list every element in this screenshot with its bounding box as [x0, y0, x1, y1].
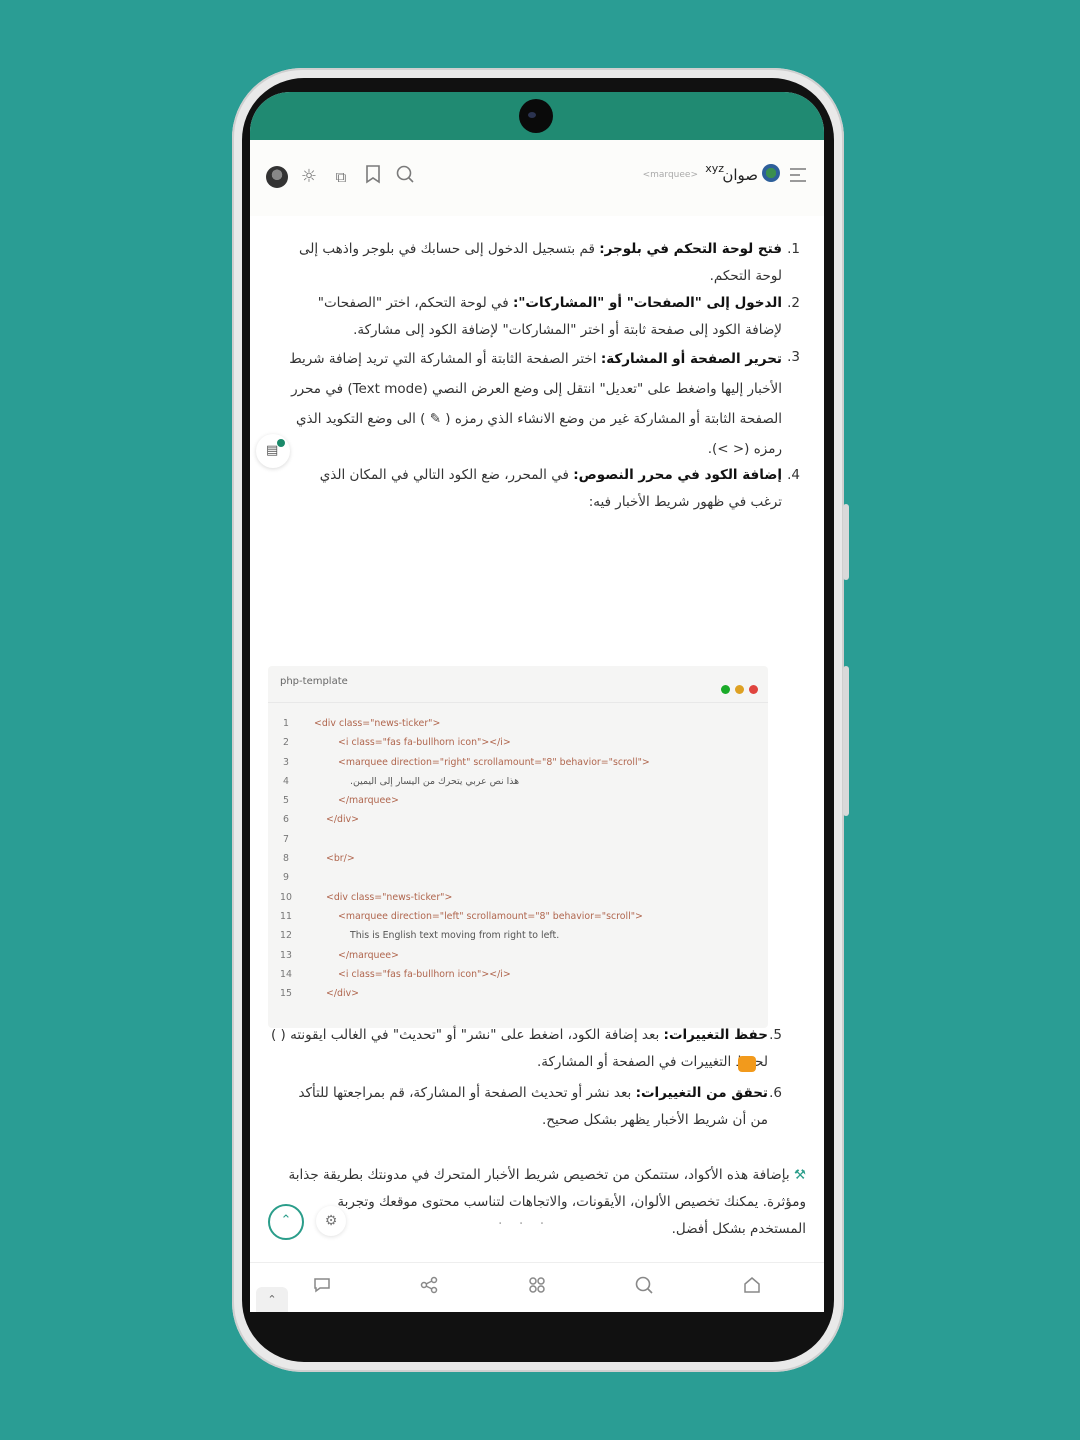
line-number: 1 [283, 718, 289, 729]
apps-icon[interactable] [523, 1275, 551, 1303]
line-number: 13 [280, 949, 292, 961]
code-text: <marquee direction="left" scrollamount="… [338, 910, 643, 922]
code-line: 11 <marquee direction="left" scrollamount… [268, 911, 768, 930]
line-number: 4 [283, 775, 289, 787]
code-text: <br/> [326, 853, 355, 865]
step-title: إضافة الكود في محرر النصوص: [573, 467, 782, 483]
step-4: إضافة الكود في محرر النصوص: في المحرر، ض… [302, 462, 782, 516]
share-icon[interactable] [415, 1275, 443, 1303]
logo-suffix: xyz [705, 162, 724, 175]
code-line: 5 </marquee> [268, 795, 768, 814]
brightness-icon[interactable]: ☼ [296, 164, 322, 190]
code-text: </div> [326, 814, 359, 826]
step-title: الدخول إلى "الصفحات" أو "المشاركات": [513, 295, 782, 311]
step-title: فتح لوحة التحكم في بلوجر: [599, 241, 782, 257]
translate-icon[interactable]: ⧉ [328, 164, 354, 190]
step-number: 5. [769, 1027, 782, 1043]
code-line: 7 [268, 834, 768, 853]
step-number: 4. [787, 467, 800, 483]
code-line: 4 هذا نص عربي يتحرك من اليسار إلى اليمين. [268, 776, 768, 795]
dot-red [749, 685, 758, 694]
line-number: 7 [283, 833, 289, 845]
code-text: <div class="news-ticker"> [326, 891, 453, 903]
code-line: 13 </marquee> [268, 950, 768, 969]
code-line: 3 <marquee direction="right" scrollamount… [268, 757, 768, 776]
step-3: تحرير الصفحة أو المشاركة: اختر الصفحة ال… [282, 344, 782, 464]
code-line: 1 <div class="news-ticker"> [268, 718, 768, 737]
step-number: 6. [769, 1085, 782, 1101]
site-logo-text[interactable]: صوان [722, 166, 758, 184]
screen: ☼ ⧉ <marquee> xyz صوان ▤ فتح لوحة التحكم… [250, 92, 824, 1312]
search-icon[interactable] [392, 164, 418, 190]
line-number: 14 [280, 968, 292, 980]
code-text: This is English text moving from right t… [350, 930, 560, 942]
line-number: 5 [283, 795, 289, 807]
line-number: 12 [280, 930, 292, 942]
step-1: فتح لوحة التحكم في بلوجر: قم بتسجيل الدخ… [282, 236, 782, 290]
line-number: 15 [280, 988, 292, 1000]
step-number: 1. [787, 241, 800, 257]
code-line: 15 </div> [268, 988, 768, 1007]
power-button [843, 666, 849, 816]
menu-icon[interactable] [788, 166, 808, 186]
step-title: تحرير الصفحة أو المشاركة: [600, 351, 782, 367]
code-text: <div class="news-ticker"> [314, 718, 441, 729]
home-icon[interactable] [738, 1275, 766, 1303]
marquee-tag-label: <marquee> [642, 170, 698, 180]
code-line: 6 </div> [268, 814, 768, 833]
code-line: 9 [268, 872, 768, 891]
step-title: حفظ التغييرات: [663, 1027, 768, 1043]
status-bar [250, 92, 824, 140]
code-text: </marquee> [338, 949, 399, 961]
step-number: 2. [787, 295, 800, 311]
window-dots [716, 679, 758, 698]
code-text: </marquee> [338, 795, 399, 807]
step-6: تحقق من التغييرات: بعد نشر أو تحديث الصف… [282, 1080, 768, 1134]
wrench-icon: ⚒ [789, 1167, 806, 1183]
line-number: 8 [283, 853, 289, 865]
volume-button [843, 504, 849, 580]
line-number: 2 [283, 737, 289, 749]
code-text: <i class="fas fa-bullhorn icon"></i> [338, 968, 511, 980]
step-title: تحقق من التغييرات: [635, 1085, 768, 1101]
code-header: php-template [268, 666, 768, 703]
nav-expand-button[interactable]: ⌃ [256, 1287, 288, 1312]
line-number: 9 [283, 872, 289, 884]
code-lines: 1 <div class="news-ticker"> 2 <i class="fas… [268, 718, 768, 1007]
dot-yellow [735, 685, 744, 694]
step-5: حفظ التغييرات: بعد إضافة الكود، اضغط على… [268, 1022, 768, 1076]
code-text: <marquee direction="right" scrollamount=… [338, 756, 650, 768]
code-line: 14 <i class="fas fa-bullhorn icon"></i> [268, 969, 768, 988]
code-language-label: php-template [280, 676, 348, 687]
code-text: <i class="fas fa-bullhorn icon"></i> [338, 737, 511, 749]
code-line: 10 <div class="news-ticker"> [268, 892, 768, 911]
settings-button[interactable]: ⚙ [316, 1206, 346, 1236]
line-number: 6 [283, 814, 289, 826]
code-block: php-template 1 <div class="news-ticker"> 2… [268, 666, 768, 1028]
avatar[interactable] [266, 166, 288, 188]
step-number: 3. [787, 349, 800, 365]
chat-icon[interactable] [308, 1275, 336, 1303]
globe-logo-icon [762, 164, 780, 182]
camera-icon [519, 99, 553, 133]
notes-icon: ▤ [266, 443, 279, 458]
line-number: 3 [283, 756, 289, 768]
code-line: 8 <br/> [268, 853, 768, 872]
code-line: 2 <i class="fas fa-bullhorn icon"></i> [268, 737, 768, 756]
search-nav-icon[interactable] [630, 1275, 658, 1303]
dot-green [721, 685, 730, 694]
loading-dots: · · · [498, 1216, 551, 1232]
article-content: ▤ فتح لوحة التحكم في بلوجر: قم بتسجيل ال… [250, 216, 824, 1312]
line-number: 11 [280, 910, 292, 922]
code-text: </div> [326, 988, 359, 1000]
bottom-nav: ⌃ [250, 1262, 824, 1312]
bookmark-icon[interactable] [360, 164, 386, 190]
line-number: 10 [280, 891, 292, 903]
app-header: ☼ ⧉ <marquee> xyz صوان [250, 140, 824, 217]
code-text: هذا نص عربي يتحرك من اليسار إلى اليمين. [350, 775, 520, 787]
scroll-top-button[interactable]: ⌃ [268, 1204, 304, 1240]
publish-icon [738, 1056, 756, 1072]
code-line: 12 This is English text moving from right… [268, 930, 768, 949]
step-2: الدخول إلى "الصفحات" أو "المشاركات": في … [302, 290, 782, 344]
